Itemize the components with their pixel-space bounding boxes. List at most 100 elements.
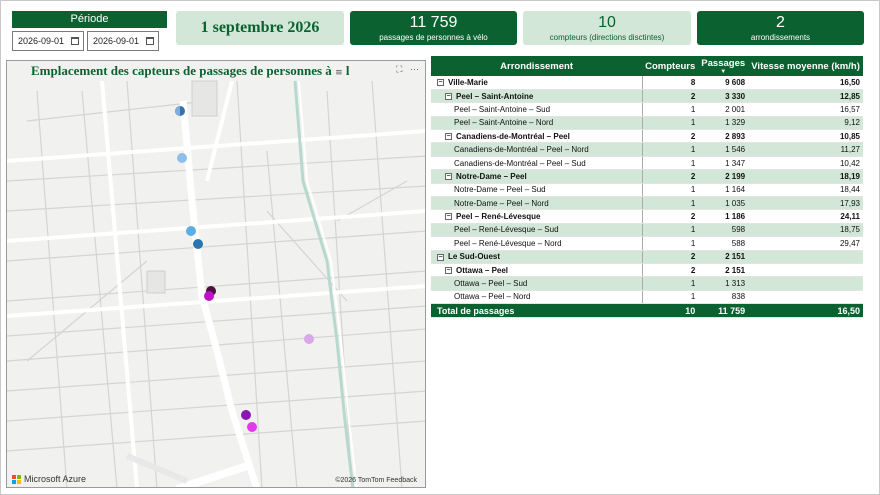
compteurs-cell: 2 bbox=[642, 209, 699, 224]
map-visual[interactable]: Emplacement des capteurs de passages de … bbox=[6, 60, 426, 488]
table-row[interactable]: Notre-Dame – Peel – Sud 1 1 164 18,44 bbox=[431, 183, 863, 198]
map-toolbar: ⛶ ··· bbox=[391, 64, 419, 75]
table-row[interactable]: Peel – René-Lévesque – Nord 1 588 29,47 bbox=[431, 236, 863, 251]
collapse-icon[interactable]: − bbox=[445, 173, 452, 181]
row-label: Canadiens-de-Montréal – Peel – Sud bbox=[454, 158, 586, 168]
passages-cell: 3 330 bbox=[698, 89, 749, 104]
passages-cell: 1 035 bbox=[698, 196, 749, 211]
passages-cell: 1 347 bbox=[698, 156, 749, 171]
period-header: Période bbox=[12, 11, 167, 28]
compteurs-cell: 1 bbox=[642, 290, 699, 305]
calendar-icon[interactable] bbox=[146, 37, 154, 45]
sensor-marker[interactable] bbox=[193, 239, 203, 249]
map-markers-layer bbox=[175, 106, 314, 432]
microsoft-logo-icon bbox=[12, 474, 21, 484]
total-passages: 11 759 bbox=[698, 303, 749, 319]
table-row[interactable]: − Notre-Dame – Peel 2 2 199 18,19 bbox=[431, 169, 863, 184]
more-options-icon[interactable]: ··· bbox=[410, 64, 419, 74]
table-header-row: Arrondissement Compteurs Passages ▼ Vites… bbox=[431, 56, 863, 76]
row-label-cell: − Peel – René-Lévesque bbox=[431, 209, 643, 224]
table-row[interactable]: − Ottawa – Peel 2 2 151 bbox=[431, 263, 863, 278]
table-row[interactable]: − Peel – René-Lévesque 2 1 186 24,11 bbox=[431, 209, 863, 224]
vitesse-cell: 18,19 bbox=[748, 169, 863, 184]
compteurs-cell: 1 bbox=[642, 102, 699, 117]
compteurs-cell: 2 bbox=[642, 89, 699, 104]
table-row[interactable]: Ottawa – Peel – Sud 1 1 313 bbox=[431, 276, 863, 291]
collapse-icon[interactable]: − bbox=[445, 267, 452, 275]
row-label: Ottawa – Peel – Sud bbox=[454, 279, 528, 289]
row-label: Peel – Saint-Antoine bbox=[456, 91, 534, 101]
compteurs-cell: 1 bbox=[642, 116, 699, 131]
collapse-icon[interactable]: − bbox=[445, 133, 452, 141]
end-date-value: 2026-09-01 bbox=[93, 36, 140, 46]
col-header-compteurs[interactable]: Compteurs bbox=[642, 56, 699, 76]
passages-cell: 1 164 bbox=[698, 183, 749, 198]
sensor-marker-half bbox=[175, 106, 180, 116]
row-label-cell: − Ville-Marie bbox=[431, 76, 643, 90]
table-row[interactable]: − Le Sud-Ouest 2 2 151 bbox=[431, 250, 863, 264]
row-label-cell: − Ottawa – Peel bbox=[431, 263, 643, 278]
vitesse-cell: 18,75 bbox=[748, 223, 863, 238]
table-row[interactable]: Notre-Dame – Peel – Nord 1 1 035 17,93 bbox=[431, 196, 863, 211]
table-row[interactable]: Peel – Saint-Antoine – Sud 1 2 001 16,57 bbox=[431, 102, 863, 117]
row-label: Notre-Dame – Peel – Nord bbox=[454, 198, 549, 208]
collapse-icon[interactable]: − bbox=[437, 79, 444, 87]
sensor-marker[interactable] bbox=[304, 334, 314, 344]
row-label: Canadiens-de-Montréal – Peel – Nord bbox=[454, 145, 589, 155]
sensor-marker[interactable] bbox=[186, 226, 196, 236]
row-label-cell: Peel – René-Lévesque – Sud bbox=[431, 223, 643, 238]
table-row[interactable]: Canadiens-de-Montréal – Peel – Nord 1 1 54… bbox=[431, 142, 863, 157]
table-row[interactable]: Canadiens-de-Montréal – Peel – Sud 1 1 347… bbox=[431, 156, 863, 171]
end-date-input[interactable]: 2026-09-01 bbox=[87, 31, 159, 51]
vitesse-cell bbox=[748, 250, 863, 264]
vitesse-cell: 9,12 bbox=[748, 116, 863, 131]
sensor-marker[interactable] bbox=[204, 291, 214, 301]
map-attribution[interactable]: ©2026 TomTom Feedback bbox=[335, 477, 417, 484]
row-label: Ottawa – Peel – Nord bbox=[454, 292, 531, 302]
table-row[interactable]: − Peel – Saint-Antoine 2 3 330 12,85 bbox=[431, 89, 863, 104]
vitesse-cell: 18,44 bbox=[748, 183, 863, 198]
kpi-compteurs-label: compteurs (directions disctintes) bbox=[549, 33, 665, 42]
collapse-icon[interactable]: − bbox=[445, 213, 452, 221]
total-label: Total de passages bbox=[431, 303, 643, 319]
row-label-cell: Ottawa – Peel – Sud bbox=[431, 276, 643, 291]
row-label: Peel – René-Lévesque – Sud bbox=[454, 225, 559, 235]
arrondissement-matrix: Arrondissement Compteurs Passages ▼ Vites… bbox=[431, 56, 863, 319]
collapse-icon[interactable]: − bbox=[445, 92, 452, 100]
passages-cell: 1 546 bbox=[698, 142, 749, 157]
passages-cell: 9 608 bbox=[698, 76, 749, 90]
row-label-cell: Peel – René-Lévesque – Nord bbox=[431, 236, 643, 251]
focus-mode-icon[interactable]: ⛶ bbox=[396, 64, 402, 74]
sensor-marker[interactable] bbox=[247, 422, 257, 432]
compteurs-cell: 1 bbox=[642, 276, 699, 291]
row-label: Notre-Dame – Peel – Sud bbox=[454, 185, 546, 195]
kpi-arrondissements-label: arrondissements bbox=[750, 33, 811, 42]
vitesse-cell: 16,50 bbox=[748, 76, 863, 90]
vitesse-cell: 16,57 bbox=[748, 102, 863, 117]
sort-descending-icon[interactable]: ▼ bbox=[701, 69, 745, 75]
table-row[interactable]: Ottawa – Peel – Nord 1 838 bbox=[431, 290, 863, 305]
vitesse-cell: 10,42 bbox=[748, 156, 863, 171]
row-label: Peel – Saint-Antoine – Nord bbox=[454, 118, 554, 128]
compteurs-cell: 1 bbox=[642, 223, 699, 238]
compteurs-cell: 1 bbox=[642, 142, 699, 157]
kpi-date: 1 septembre 2026 bbox=[200, 19, 320, 36]
collapse-icon[interactable]: − bbox=[437, 253, 444, 261]
kpi-date-card: 1 septembre 2026 bbox=[176, 11, 344, 45]
calendar-icon[interactable] bbox=[71, 37, 79, 45]
vitesse-cell: 24,11 bbox=[748, 209, 863, 224]
start-date-input[interactable]: 2026-09-01 bbox=[12, 31, 84, 51]
table-row[interactable]: Peel – Saint-Antoine – Nord 1 1 329 9,12 bbox=[431, 116, 863, 131]
sensor-marker[interactable] bbox=[241, 410, 251, 420]
compteurs-cell: 2 bbox=[642, 250, 699, 264]
table-row[interactable]: Peel – René-Lévesque – Sud 1 598 18,75 bbox=[431, 223, 863, 238]
table-row[interactable]: − Ville-Marie 8 9 608 16,50 bbox=[431, 76, 863, 90]
row-label-cell: − Le Sud-Ouest bbox=[431, 250, 643, 264]
filter-icon[interactable]: ≡ bbox=[335, 68, 343, 78]
col-header-vitesse[interactable]: Vitesse moyenne (km/h) bbox=[748, 56, 863, 76]
sensor-marker[interactable] bbox=[177, 153, 187, 163]
col-header-passages[interactable]: Passages ▼ bbox=[698, 56, 749, 76]
table-row[interactable]: − Canadiens-de-Montréal – Peel 2 2 893 10,85 bbox=[431, 129, 863, 144]
col-header-arrondissement[interactable]: Arrondissement bbox=[431, 56, 643, 76]
row-label-cell: Ottawa – Peel – Nord bbox=[431, 290, 643, 305]
